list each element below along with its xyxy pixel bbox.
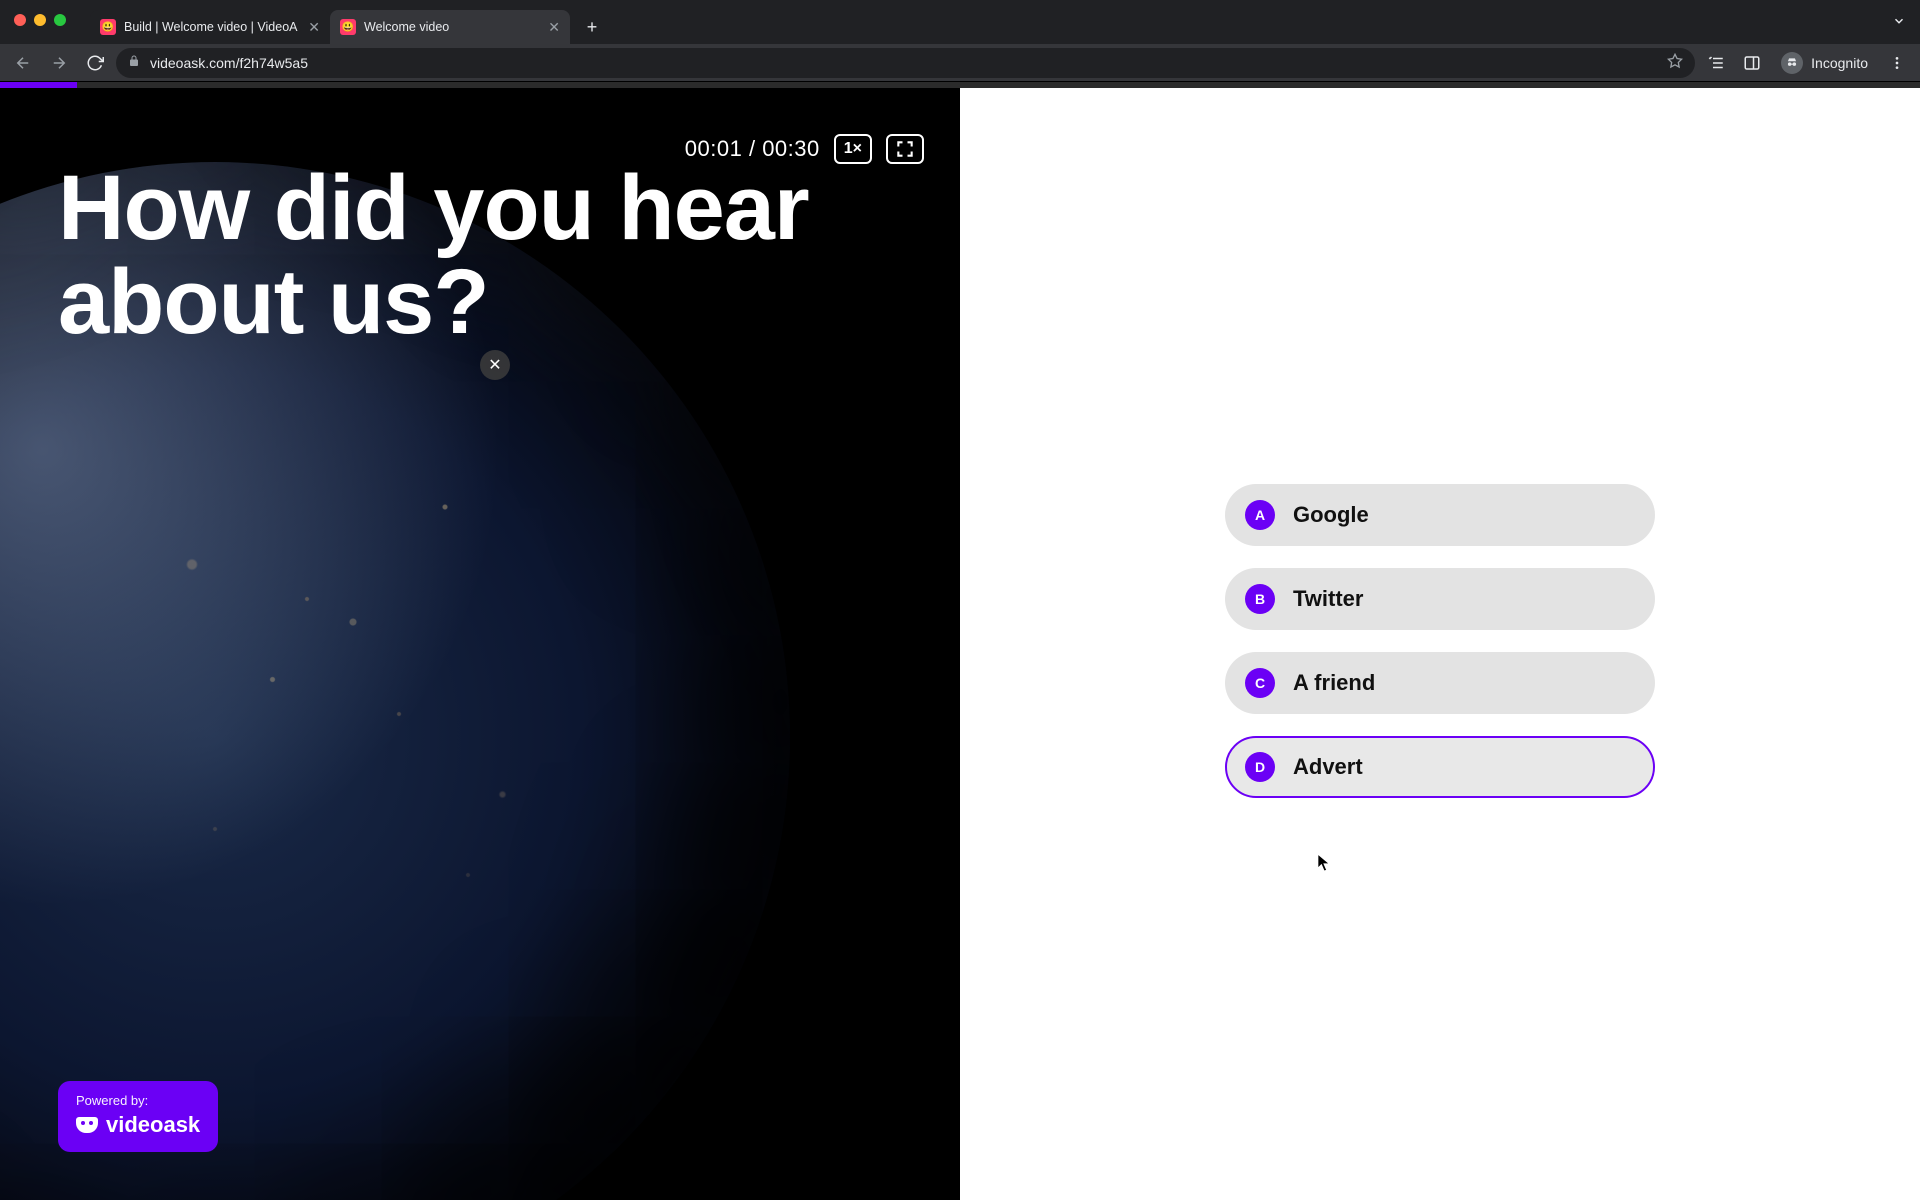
answer-label: A friend <box>1293 670 1375 696</box>
tab-title: Build | Welcome video | VideoA <box>124 20 300 34</box>
fullscreen-button[interactable] <box>886 134 924 164</box>
nav-back-button[interactable] <box>8 48 38 78</box>
page-content: 00:01 / 00:30 1× How did you hear about … <box>0 82 1920 1200</box>
incognito-label: Incognito <box>1811 55 1868 71</box>
answers-panel: A Google B Twitter C A friend D Advert <box>960 82 1920 1200</box>
video-panel[interactable]: 00:01 / 00:30 1× How did you hear about … <box>0 82 960 1200</box>
tab-close-icon[interactable]: ✕ <box>308 20 320 34</box>
overlay-question-text: How did you hear about us? <box>58 162 878 350</box>
tabs-overflow-icon[interactable] <box>1892 14 1906 33</box>
window-zoom-button[interactable] <box>54 14 66 26</box>
side-panel-icon[interactable] <box>1737 48 1767 78</box>
answer-label: Twitter <box>1293 586 1363 612</box>
bookmark-star-icon[interactable] <box>1667 53 1683 72</box>
incognito-icon <box>1781 52 1803 74</box>
url-text: videoask.com/f2h74w5a5 <box>150 55 1657 71</box>
answer-letter: C <box>1245 668 1275 698</box>
window-close-button[interactable] <box>14 14 26 26</box>
videoask-logo-icon <box>76 1117 98 1133</box>
browser-titlebar: 😃 Build | Welcome video | VideoA ✕ 😃 Wel… <box>0 0 1920 44</box>
browser-tabs: 😃 Build | Welcome video | VideoA ✕ 😃 Wel… <box>90 0 606 44</box>
playback-speed-button[interactable]: 1× <box>834 134 872 164</box>
answer-letter: D <box>1245 752 1275 782</box>
browser-menu-button[interactable] <box>1882 48 1912 78</box>
powered-by-brand: videoask <box>106 1112 200 1138</box>
tab-title: Welcome video <box>364 20 540 34</box>
tab-favicon-icon: 😃 <box>100 19 116 35</box>
video-progress-track[interactable] <box>0 82 1920 88</box>
tab-favicon-icon: 😃 <box>340 19 356 35</box>
powered-by-label: Powered by: <box>76 1093 200 1108</box>
answer-option-b[interactable]: B Twitter <box>1225 568 1655 630</box>
answer-option-a[interactable]: A Google <box>1225 484 1655 546</box>
browser-tab-1[interactable]: 😃 Welcome video ✕ <box>330 10 570 44</box>
powered-by-badge[interactable]: Powered by: videoask <box>58 1081 218 1152</box>
incognito-badge[interactable]: Incognito <box>1773 48 1876 78</box>
lock-icon <box>128 55 140 70</box>
answers-list: A Google B Twitter C A friend D Advert <box>1225 484 1655 798</box>
browser-tab-0[interactable]: 😃 Build | Welcome video | VideoA ✕ <box>90 10 330 44</box>
answer-letter: A <box>1245 500 1275 530</box>
new-tab-button[interactable]: + <box>578 13 606 41</box>
browser-toolbar: videoask.com/f2h74w5a5 Incognito <box>0 44 1920 82</box>
answer-label: Advert <box>1293 754 1363 780</box>
address-bar[interactable]: videoask.com/f2h74w5a5 <box>116 48 1695 78</box>
window-controls <box>14 14 66 26</box>
nav-forward-button[interactable] <box>44 48 74 78</box>
window-minimize-button[interactable] <box>34 14 46 26</box>
overlay-close-button[interactable]: ✕ <box>480 350 510 380</box>
answer-option-d[interactable]: D Advert <box>1225 736 1655 798</box>
answer-option-c[interactable]: C A friend <box>1225 652 1655 714</box>
tab-close-icon[interactable]: ✕ <box>548 20 560 34</box>
reading-list-icon[interactable] <box>1701 48 1731 78</box>
video-progress-fill <box>0 82 77 88</box>
answer-label: Google <box>1293 502 1369 528</box>
nav-reload-button[interactable] <box>80 48 110 78</box>
answer-letter: B <box>1245 584 1275 614</box>
